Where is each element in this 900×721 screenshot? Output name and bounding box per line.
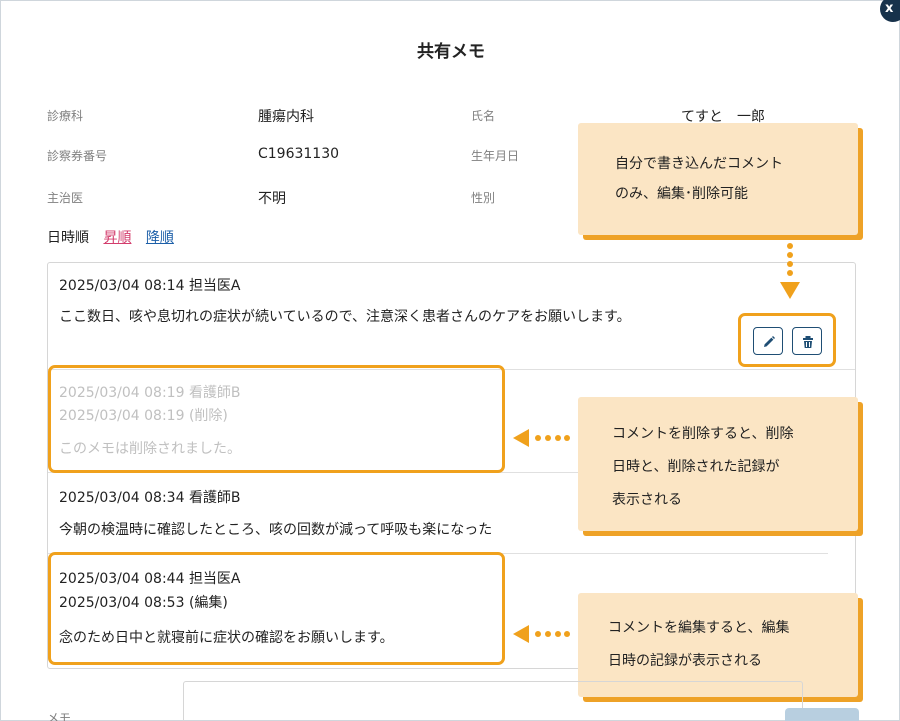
callout-text: 自分で書き込んだコメント [615, 156, 783, 172]
callout-text: のみ、編集･削除可能 [615, 186, 748, 202]
callout-delete: コメントを削除すると、削除 日時と、削除された記録が 表示される [578, 397, 858, 531]
sort-controls: 日時順 昇順 降順 [47, 227, 184, 247]
modal-title: 共有メモ [417, 42, 485, 62]
memo-body: ここ数日、咳や息切れの症状が続いているので、注意深く患者さんのケアをお願いします… [59, 309, 631, 325]
submit-memo-button[interactable] [785, 708, 859, 721]
callout-text: 日時の記録が表示される [608, 653, 762, 669]
edited-memo-highlight [48, 552, 505, 665]
memo-input[interactable] [183, 681, 803, 721]
sort-desc-link[interactable]: 降順 [146, 230, 174, 246]
memo-header: 2025/03/04 08:14 担当医A [59, 278, 241, 294]
shared-memo-modal: 共有メモ 診療科 腫瘍内科 氏名 てすと 一郎 診察券番号 C19631130 … [0, 0, 900, 721]
attending-doctor-value: 不明 [258, 191, 286, 207]
card-number-label: 診察券番号 [47, 149, 108, 163]
callout-text: 表示される [612, 492, 682, 508]
memo-header: 2025/03/04 08:34 看護師B [59, 490, 241, 506]
arrow-left-icon [513, 625, 570, 643]
sort-asc-link[interactable]: 昇順 [103, 230, 131, 246]
department-value: 腫瘍内科 [258, 109, 314, 125]
name-label: 氏名 [471, 109, 496, 123]
attending-doctor-label: 主治医 [47, 191, 84, 205]
callout-text: コメントを編集すると、編集 [608, 620, 790, 636]
callout-text: コメントを削除すると、削除 [612, 426, 794, 442]
action-buttons-highlight [738, 313, 836, 367]
birthdate-label: 生年月日 [471, 149, 520, 163]
sex-label: 性別 [471, 191, 496, 205]
callout-own-comment: 自分で書き込んだコメント のみ、編集･削除可能 [578, 123, 858, 235]
arrow-left-icon [513, 429, 570, 447]
department-label: 診療科 [47, 109, 84, 123]
sort-label: 日時順 [47, 230, 89, 246]
callout-text: 日時と、削除された記録が [612, 459, 780, 475]
deleted-memo-highlight [48, 365, 505, 473]
card-number-value: C19631130 [258, 146, 340, 162]
arrow-down-icon [780, 243, 800, 299]
memo-input-label: メモ [47, 711, 72, 721]
memo-body: 今朝の検温時に確認したところ、咳の回数が減って呼吸も楽になった [59, 522, 493, 538]
